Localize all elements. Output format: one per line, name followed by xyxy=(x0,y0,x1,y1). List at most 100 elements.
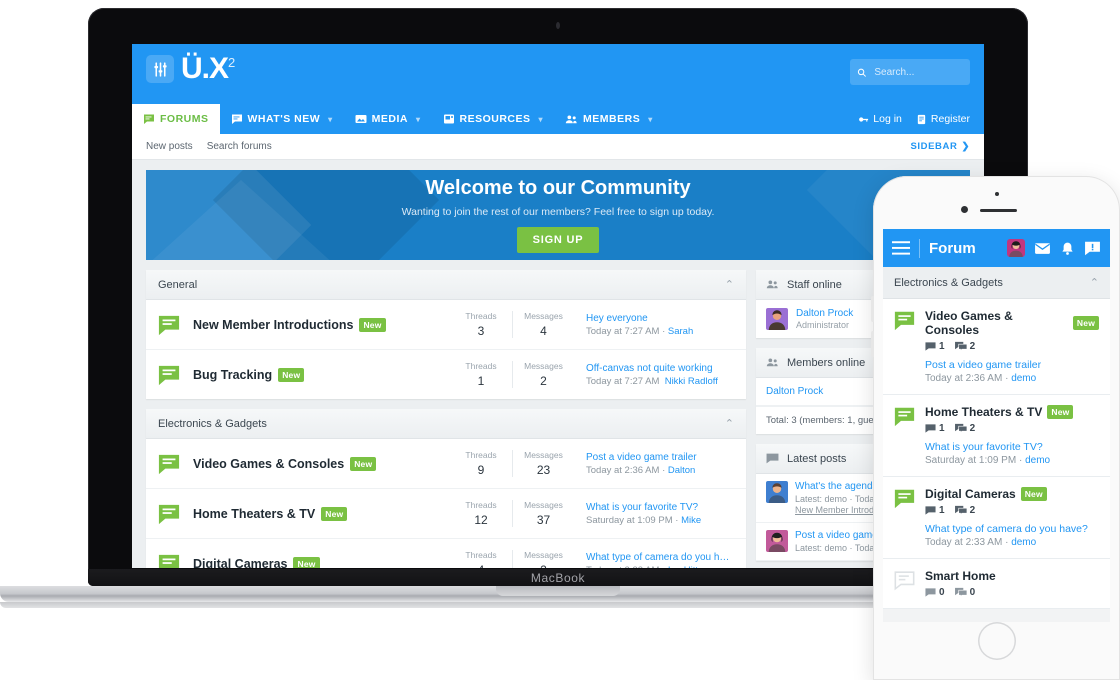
last-post-title[interactable]: What is your favorite TV? xyxy=(586,502,734,513)
mobile-last-post-meta: Today at 2:36 AM · demo xyxy=(925,373,1099,384)
phone-body: Forum Electronics & Gadgets ⌃ Video Game… xyxy=(871,176,1120,680)
mobile-forum-node[interactable]: Home Theaters & TV New 1 2 What is your … xyxy=(883,395,1110,477)
home-button[interactable] xyxy=(978,622,1016,660)
mobile-forum-name: Smart Home xyxy=(925,569,996,583)
nav-tab-members[interactable]: MEMBERS ▾ xyxy=(554,104,664,134)
last-post-time: Saturday at 1:09 PM xyxy=(586,514,673,526)
chevron-up-icon[interactable]: ⌃ xyxy=(1090,276,1099,289)
mobile-last-post-title[interactable]: What type of camera do you have? xyxy=(925,523,1088,535)
nav-tab-whats-new[interactable]: WHAT'S NEW ▾ xyxy=(220,104,344,134)
page-content: Welcome to our Community Wanting to join… xyxy=(132,160,984,568)
mobile-forum-node[interactable]: Digital Cameras New 1 2 What type of cam… xyxy=(883,477,1110,559)
mobile-header: Forum xyxy=(883,229,1110,267)
last-post-user[interactable]: Mike xyxy=(681,515,701,526)
mobile-threads-value: 1 xyxy=(939,341,945,352)
alerts-icon[interactable] xyxy=(1084,240,1101,257)
staff-member-role: Administrator xyxy=(796,320,850,330)
chevron-down-icon: ▾ xyxy=(328,114,333,124)
search-icon xyxy=(857,68,866,77)
forum-node[interactable]: Digital Cameras New Threads 4 Messages xyxy=(146,539,746,568)
mobile-last-post-time: Today at 2:36 AM xyxy=(925,373,1003,384)
volume-up-button[interactable] xyxy=(871,296,874,322)
online-member-name[interactable]: Dalton Prock xyxy=(766,386,823,397)
mobile-forum-title: Video Games & Consoles New xyxy=(925,309,1099,337)
chevron-up-icon[interactable]: ⌃ xyxy=(725,278,734,291)
messages-icon xyxy=(954,587,967,598)
laptop-screen: Ü.X2 FORUMS xyxy=(132,44,984,568)
nav-tab-resources[interactable]: RESOURCES ▾ xyxy=(432,104,555,134)
last-post-meta: Today at 2:33 AM · Ian Hitt xyxy=(586,565,734,569)
last-post-title[interactable]: Post a video game trailer xyxy=(586,452,734,463)
forums-icon xyxy=(144,114,154,124)
last-post-title[interactable]: Hey everyone xyxy=(586,313,734,324)
last-post-user[interactable]: Dalton xyxy=(668,465,695,476)
chevron-up-icon[interactable]: ⌃ xyxy=(725,417,734,430)
last-post-user[interactable]: Ian Hitt xyxy=(668,565,698,569)
forum-node[interactable]: Bug Tracking New Threads 1 Messages 2 Of… xyxy=(146,350,746,399)
envelope-icon[interactable] xyxy=(1034,240,1051,257)
messages-label: Messages xyxy=(524,550,563,560)
nav-tab-forums[interactable]: FORUMS xyxy=(132,104,220,134)
last-post-time: Today at 7:27 AM xyxy=(586,325,660,337)
hamburger-icon[interactable] xyxy=(892,241,910,255)
bell-icon[interactable] xyxy=(1060,240,1075,257)
forum-node[interactable]: New Member Introductions New Threads 3 M… xyxy=(146,300,746,350)
category-title: Electronics & Gadgets xyxy=(158,417,267,430)
forum-unread-icon xyxy=(894,311,915,331)
nav-tab-media-label: MEDIA xyxy=(371,113,408,125)
mobile-last-post-title[interactable]: Post a video game trailer xyxy=(925,359,1099,371)
sidebar-toggle-button[interactable]: SIDEBAR ❯ xyxy=(910,141,970,152)
last-post-user[interactable]: Sarah xyxy=(668,326,693,337)
sub-navigation: New posts Search forums SIDEBAR ❯ xyxy=(132,134,984,160)
mobile-last-post-separator: · xyxy=(1018,455,1023,466)
category-header[interactable]: General ⌃ xyxy=(146,270,746,300)
nav-tab-forums-label: FORUMS xyxy=(160,113,209,125)
nav-tab-resources-label: RESOURCES xyxy=(459,113,531,125)
last-post-meta: Saturday at 1:09 PM · Mike xyxy=(586,515,734,526)
nav-tab-media[interactable]: MEDIA ▾ xyxy=(344,104,432,134)
mobile-forum-name: Digital Cameras xyxy=(925,487,1016,501)
category-title: General xyxy=(158,278,198,291)
subnav-search-forums[interactable]: Search forums xyxy=(207,141,272,152)
forum-unread-icon xyxy=(158,504,180,524)
staff-member-info: Dalton Prock Administrator xyxy=(796,308,853,330)
register-button[interactable]: Register xyxy=(916,113,970,125)
mobile-last-post-user[interactable]: demo xyxy=(1025,455,1050,466)
mobile-node-counts: 0 0 xyxy=(925,587,996,598)
mobile-threads-count: 1 xyxy=(925,505,945,516)
login-button[interactable]: Log in xyxy=(858,113,902,125)
mobile-last-post-user[interactable]: demo xyxy=(1011,373,1036,384)
thread-icon xyxy=(925,342,936,351)
staff-member-name[interactable]: Dalton Prock xyxy=(796,308,853,319)
sign-up-button[interactable]: SIGN UP xyxy=(516,227,600,253)
messages-value: 2 xyxy=(540,374,547,388)
last-post-title[interactable]: What type of camera do you have? xyxy=(586,552,734,563)
search-box[interactable] xyxy=(850,59,970,85)
threads-label: Threads xyxy=(465,450,497,460)
mobile-last-post-title[interactable]: What is your favorite TV? xyxy=(925,441,1073,453)
avatar-icon[interactable] xyxy=(1007,239,1025,257)
last-post: Hey everyone Today at 7:27 AM · Sarah xyxy=(574,313,734,337)
threads-value: 4 xyxy=(450,563,512,568)
mobile-forum-node[interactable]: Smart Home 0 0 xyxy=(883,559,1110,609)
last-post-separator: · xyxy=(662,464,666,476)
volume-down-button[interactable] xyxy=(871,331,874,357)
category-header[interactable]: Electronics & Gadgets ⌃ xyxy=(146,409,746,439)
last-post-user[interactable]: Nikki Radloff xyxy=(665,376,718,387)
mobile-title: Forum xyxy=(929,239,976,257)
threads-stat: Threads 3 xyxy=(450,311,512,338)
forum-node[interactable]: Video Games & Consoles New Threads 9 Mes… xyxy=(146,439,746,489)
mobile-last-post-user[interactable]: demo xyxy=(1011,537,1036,548)
subnav-new-posts[interactable]: New posts xyxy=(146,141,193,152)
welcome-banner: Welcome to our Community Wanting to join… xyxy=(146,170,970,260)
threads-value: 9 xyxy=(477,463,485,477)
iphone-device: Forum Electronics & Gadgets ⌃ Video Game… xyxy=(871,176,1120,680)
search-input[interactable] xyxy=(872,65,963,79)
forum-node-title: Video Games & Consoles New xyxy=(193,456,450,471)
site-logo[interactable]: Ü.X2 xyxy=(146,54,235,84)
mobile-forum-node[interactable]: Video Games & Consoles New 1 2 Post a vi… xyxy=(883,299,1110,395)
register-icon xyxy=(917,114,926,124)
last-post-title[interactable]: Off-canvas not quite working xyxy=(586,363,734,374)
forum-node[interactable]: Home Theaters & TV New Threads 12 Messag… xyxy=(146,489,746,539)
mobile-category-header[interactable]: Electronics & Gadgets ⌃ xyxy=(883,267,1110,299)
